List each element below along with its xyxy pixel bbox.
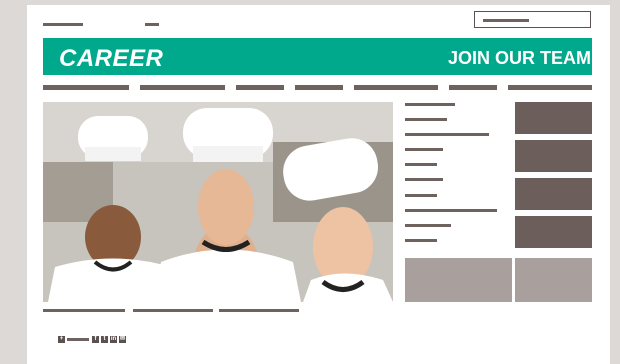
top-link-placeholder-1[interactable] xyxy=(43,23,83,26)
nav-item-5[interactable] xyxy=(354,85,438,90)
share-row: + f t in ✉ xyxy=(58,336,128,343)
page-mockup: CAREER JOIN OUR TEAM + f t in ✉ xyxy=(27,5,610,364)
nav-item-4[interactable] xyxy=(295,85,343,90)
side-link-10[interactable] xyxy=(405,239,437,242)
side-link-5[interactable] xyxy=(405,163,437,166)
bottom-tile-right[interactable] xyxy=(515,258,592,302)
caption-bar-3 xyxy=(219,309,299,312)
side-tile-4[interactable] xyxy=(515,216,592,248)
search-placeholder-line xyxy=(483,19,529,22)
side-tile-1[interactable] xyxy=(515,102,592,134)
top-link-placeholder-2[interactable] xyxy=(145,23,159,26)
hero-image-chefs xyxy=(43,102,393,302)
plus-icon[interactable]: + xyxy=(58,336,65,343)
side-link-3[interactable] xyxy=(405,133,489,136)
nav-item-3[interactable] xyxy=(236,85,284,90)
search-input[interactable] xyxy=(474,11,591,28)
side-tile-3[interactable] xyxy=(515,178,592,210)
nav-item-6[interactable] xyxy=(449,85,497,90)
caption-bar-2 xyxy=(133,309,213,312)
side-link-6[interactable] xyxy=(405,178,443,181)
banner-title: CAREER xyxy=(59,45,164,72)
side-link-7[interactable] xyxy=(405,194,437,197)
nav-item-7[interactable] xyxy=(508,85,592,90)
career-banner: CAREER JOIN OUR TEAM xyxy=(43,38,592,75)
linkedin-icon[interactable]: in xyxy=(110,336,117,343)
join-our-team-link[interactable]: JOIN OUR TEAM xyxy=(448,48,591,69)
side-tile-2[interactable] xyxy=(515,140,592,172)
bottom-tile-left[interactable] xyxy=(405,258,512,302)
twitter-icon[interactable]: t xyxy=(101,336,108,343)
facebook-icon[interactable]: f xyxy=(92,336,99,343)
side-link-1[interactable] xyxy=(405,103,455,106)
email-icon[interactable]: ✉ xyxy=(119,336,126,343)
side-link-9[interactable] xyxy=(405,224,451,227)
side-link-8[interactable] xyxy=(405,209,497,212)
chefs-illustration xyxy=(43,102,393,302)
nav-item-2[interactable] xyxy=(140,85,225,90)
side-link-4[interactable] xyxy=(405,148,443,151)
caption-bar-1 xyxy=(43,309,125,312)
nav-item-1[interactable] xyxy=(43,85,129,90)
share-label-placeholder xyxy=(67,338,89,341)
side-link-2[interactable] xyxy=(405,118,447,121)
